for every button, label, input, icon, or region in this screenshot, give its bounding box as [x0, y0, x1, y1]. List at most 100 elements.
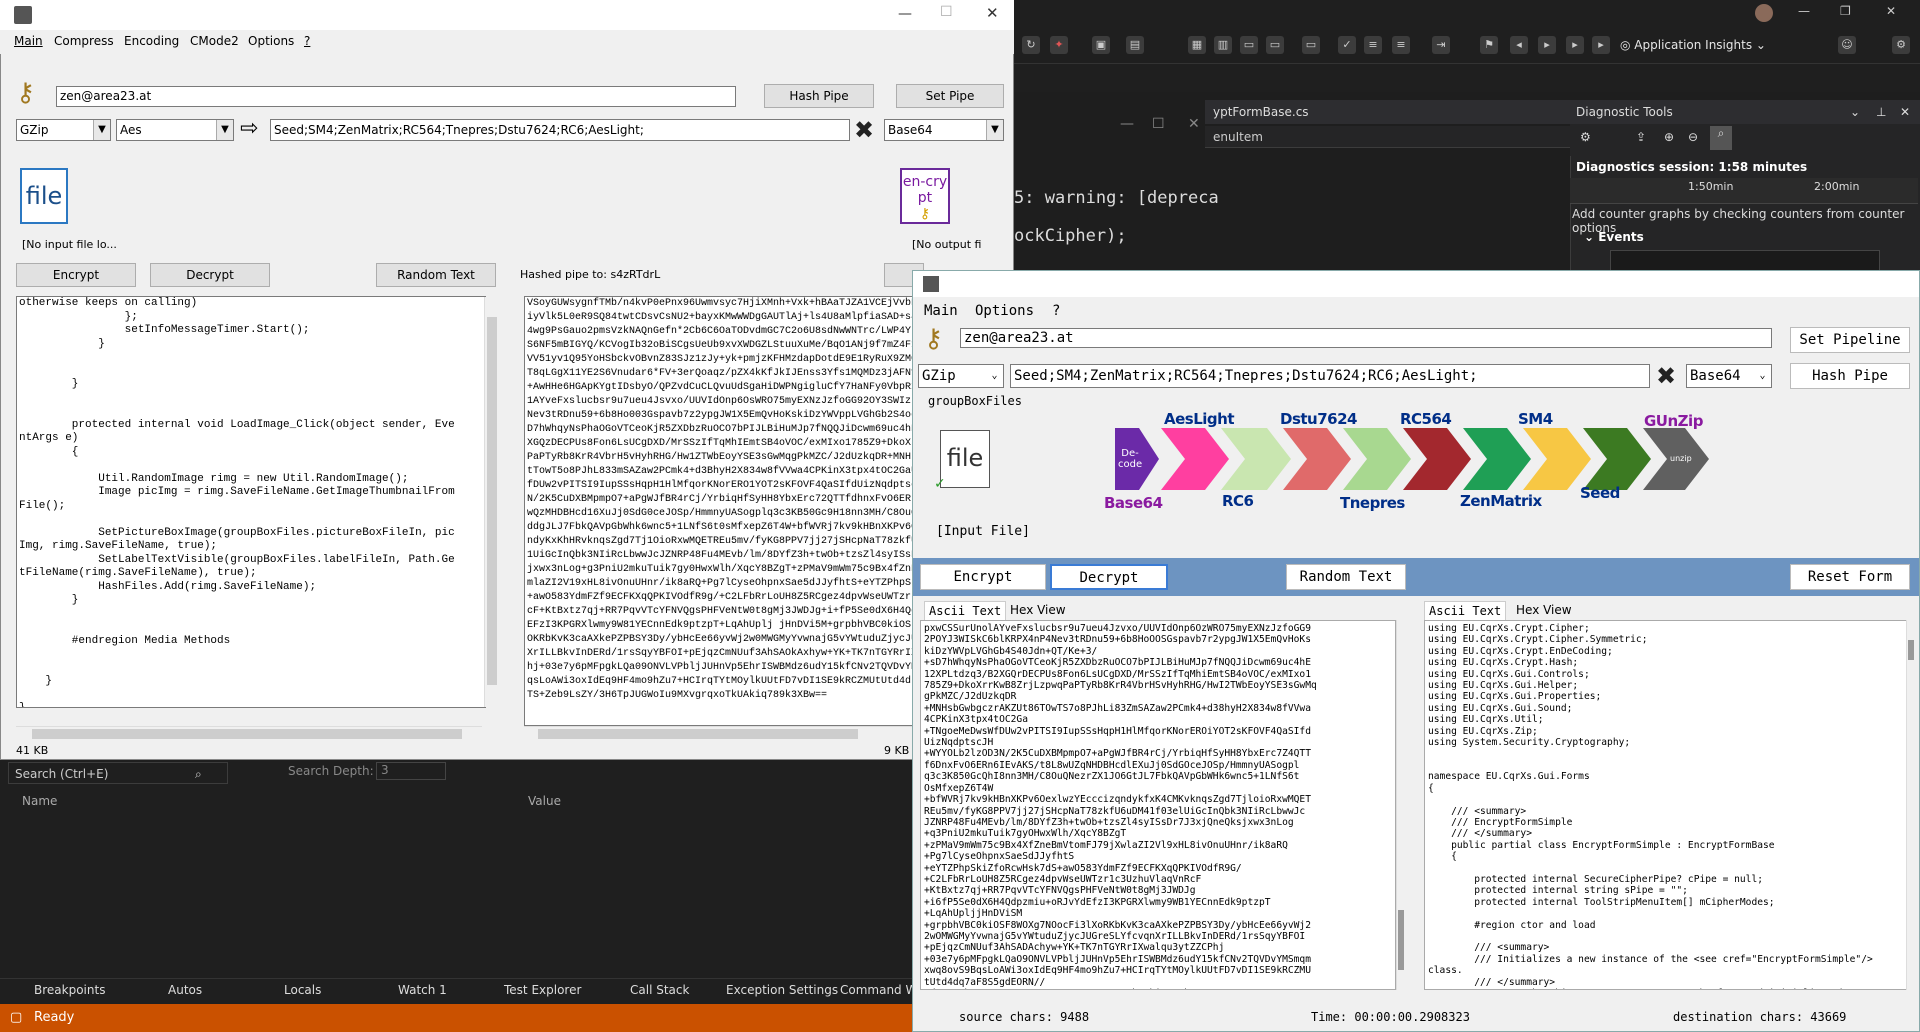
pin-icon[interactable]: ⊥ [1876, 100, 1886, 124]
clear-pipe-icon[interactable]: ✖ [1656, 362, 1676, 390]
encoding-select[interactable]: Base64 ▼ [884, 119, 1004, 141]
reset-form-button[interactable]: Reset Form [1790, 564, 1910, 590]
chevron-rc564[interactable] [1403, 428, 1471, 490]
pipe-input[interactable]: Seed;SM4;ZenMatrix;RC564;Tnepres;Dstu762… [1010, 364, 1650, 388]
toolbar-icon-indent[interactable]: ⇥ [1432, 36, 1450, 54]
minimize-icon[interactable]: — [898, 6, 912, 22]
tab-test-explorer[interactable]: Test Explorer [504, 983, 581, 997]
tab-command-window[interactable]: Command W [840, 983, 917, 997]
user-avatar[interactable] [1755, 4, 1773, 22]
minimize-icon[interactable]: — [1798, 4, 1810, 18]
menu-main[interactable]: Main [924, 303, 958, 319]
clear-pipe-icon[interactable]: ✖ [854, 116, 874, 144]
tab-watch1[interactable]: Watch 1 [398, 983, 447, 997]
diagnostic-timeline[interactable]: 1:50min 2:00min [1570, 178, 1918, 204]
chevron-dstu7624[interactable] [1283, 428, 1351, 490]
menu-options[interactable]: Options [248, 34, 294, 48]
toolbar-icon-window[interactable]: ▤ [1126, 36, 1144, 54]
random-text-button[interactable]: Random Text [376, 263, 496, 287]
minimize-icon[interactable]: — [1120, 116, 1134, 132]
tab-hex-left[interactable]: Hex View [1010, 603, 1066, 617]
col-value[interactable]: Value [528, 794, 561, 808]
encrypt-button[interactable]: Encrypt [16, 263, 136, 287]
close-icon[interactable]: ✕ [1188, 116, 1200, 132]
zoom-out-icon[interactable]: ⊖ [1688, 130, 1698, 144]
scroll-thumb[interactable] [32, 729, 462, 739]
scroll-thumb[interactable] [538, 729, 858, 739]
toolbar-icon-debug[interactable]: ✦ [1050, 36, 1068, 54]
plain-text-area[interactable]: using EU.CqrXs.Crypt.Cipher; using EU.Cq… [1424, 620, 1908, 990]
chevron-zenmatrix[interactable] [1463, 428, 1531, 490]
encrypt-button[interactable]: Encrypt [920, 564, 1046, 590]
settings-icon[interactable]: ⚙ [1892, 36, 1910, 54]
source-text-area[interactable]: otherwise keeps on calling) }; setInfoMe… [16, 296, 486, 708]
source-h-scrollbar[interactable] [16, 726, 482, 740]
tab-exception-settings[interactable]: Exception Settings [726, 983, 838, 997]
toolbar-icon-file[interactable]: ▭ [1240, 36, 1258, 54]
chevron-down-icon[interactable]: ⌄ [1850, 100, 1860, 124]
compress-select[interactable]: GZip ▼ [16, 119, 111, 141]
set-pipe-button[interactable]: Set Pipe [896, 84, 1004, 108]
cipher-select[interactable]: Aes ▼ [116, 119, 234, 141]
spellcheck-icon[interactable]: ✓ [1338, 36, 1356, 54]
encoding-select[interactable]: Base64 ⌄ [1686, 364, 1772, 388]
toolbar-icon-file3[interactable]: ▭ [1302, 36, 1320, 54]
search-input[interactable]: Search (Ctrl+E) ⌕ [8, 762, 228, 784]
file-in-icon[interactable]: file [20, 168, 68, 224]
menu-help[interactable]: ? [304, 34, 310, 48]
chevron-rc6[interactable] [1221, 428, 1291, 490]
tab-hex-right[interactable]: Hex View [1516, 603, 1572, 617]
key-input[interactable]: zen@area23.at [56, 86, 736, 107]
source-scrollbar[interactable] [484, 297, 498, 707]
hash-pipe-button[interactable]: Hash Pipe [1790, 363, 1910, 389]
arrow-right-icon[interactable]: ⇨ [240, 116, 258, 141]
tab-autos[interactable]: Autos [168, 983, 202, 997]
random-text-button[interactable]: Random Text [1286, 564, 1406, 590]
menu-encoding[interactable]: Encoding [124, 34, 179, 48]
scroll-thumb[interactable] [1908, 640, 1914, 660]
toolbar-icon-layout[interactable]: ▦ [1188, 36, 1206, 54]
scroll-thumb[interactable] [1398, 910, 1404, 970]
chevron-aeslight[interactable] [1161, 428, 1229, 490]
chevron-seed[interactable] [1583, 428, 1651, 490]
tab-ascii-left[interactable]: Ascii Text [924, 601, 1007, 620]
close-icon[interactable]: ✕ [1886, 4, 1896, 18]
chevron-tnepres[interactable] [1343, 428, 1411, 490]
application-insights-button[interactable]: ◎ Application Insights ⌄ [1620, 34, 1770, 56]
reset-zoom-icon[interactable]: ⌕ [1710, 126, 1732, 150]
decrypt-button[interactable]: Decrypt [150, 263, 270, 287]
decrypt-button[interactable]: Decrypt [1050, 564, 1168, 590]
toolbar-icon-list[interactable]: ≡ [1364, 36, 1382, 54]
tab-breakpoints[interactable]: Breakpoints [34, 983, 105, 997]
maximize-icon[interactable]: ☐ [940, 4, 953, 20]
toolbar-icon-list2[interactable]: ≡ [1392, 36, 1410, 54]
set-pipeline-button[interactable]: Set Pipeline [1790, 327, 1910, 353]
encrypt-out-icon[interactable]: en-crypt ⚷ [900, 168, 950, 224]
compress-select[interactable]: GZip ⌄ [918, 364, 1004, 388]
col-name[interactable]: Name [22, 794, 57, 808]
tab-ascii-right[interactable]: Ascii Text [1424, 601, 1507, 620]
key-input[interactable]: zen@area23.at [960, 328, 1772, 348]
toolbar-icon-git[interactable]: ↻ [1022, 36, 1040, 54]
file-in-icon[interactable]: file [940, 430, 990, 488]
toolbar-icon-nav4[interactable]: ▸ [1592, 36, 1610, 54]
toolbar-icon-file2[interactable]: ▭ [1266, 36, 1284, 54]
close-icon[interactable]: ✕ [1900, 100, 1910, 124]
close-icon[interactable]: ✕ [1893, 271, 1906, 297]
hash-pipe-button[interactable]: Hash Pipe [764, 84, 874, 108]
left-scrollbar[interactable] [1396, 620, 1406, 990]
search-depth-select[interactable]: 3 [376, 762, 446, 780]
chevron-sm4[interactable] [1523, 428, 1591, 490]
toolbar-icon-nav2[interactable]: ▸ [1538, 36, 1556, 54]
restore-icon[interactable]: ❐ [1840, 4, 1851, 18]
export-icon[interactable]: ⇪ [1636, 130, 1646, 144]
tab-call-stack[interactable]: Call Stack [630, 983, 689, 997]
toolbar-icon-layout2[interactable]: ▥ [1214, 36, 1232, 54]
close-icon[interactable]: ✕ [986, 4, 999, 22]
cipher-text-area[interactable]: pxwCSSurUnolAYveFxslucbsr9u7ueu4Jzvxo/UU… [920, 620, 1396, 990]
maximize-icon[interactable]: ☐ [1152, 116, 1165, 132]
scroll-thumb[interactable] [487, 317, 497, 685]
editor-tab[interactable]: yptFormBase.cs [1205, 100, 1570, 124]
menu-compress[interactable]: Compress [54, 34, 114, 48]
cipher-h-scrollbar[interactable] [524, 726, 914, 740]
